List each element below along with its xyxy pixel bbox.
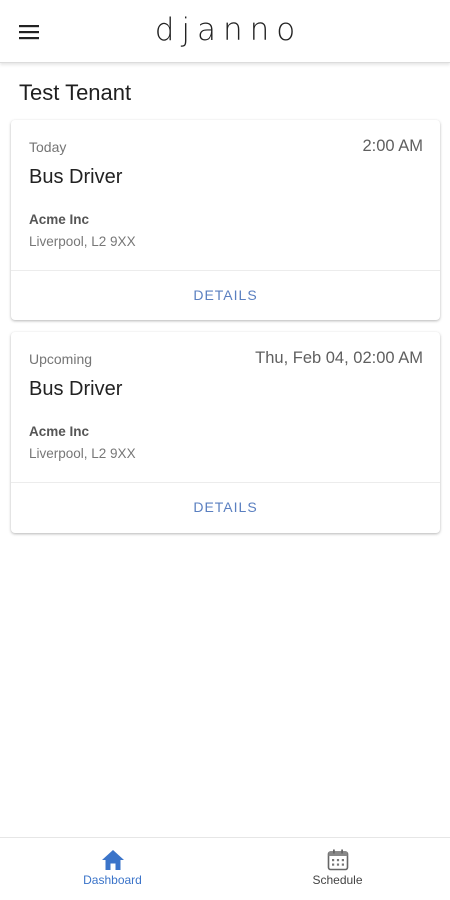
shift-card: Upcoming Thu, Feb 04, 02:00 AM Bus Drive… [11,332,440,533]
nav-label-schedule: Schedule [312,873,363,887]
shift-status: Today [29,139,67,155]
app-screen: djanno Test Tenant Today 2:00 AM Bus Dri… [0,0,450,900]
shift-address: Liverpool, L2 9XX [29,446,136,461]
shift-card: Today 2:00 AM Bus Driver Acme Inc Liverp… [11,120,440,320]
nav-item-dashboard[interactable]: Dashboard [0,838,225,900]
app-logo-text: djanno [154,12,303,48]
details-button[interactable]: DETAILS [11,483,440,531]
calendar-icon [327,849,348,871]
nav-item-schedule[interactable]: Schedule [225,838,450,900]
tenant-name: Test Tenant [19,80,132,105]
shift-title: Bus Driver [29,378,123,400]
shift-company: Acme Inc [29,424,90,439]
shift-status: Upcoming [29,351,93,367]
shift-time: 2:00 AM [362,137,423,155]
shift-time: Thu, Feb 04, 02:00 AM [255,349,423,367]
shift-title: Bus Driver [29,166,123,188]
top-app-bar: djanno [0,0,450,63]
shift-company: Acme Inc [29,212,90,227]
bottom-navigation: Dashboard Schedule [0,837,450,900]
nav-label-dashboard: Dashboard [83,873,142,887]
shift-address: Liverpool, L2 9XX [29,234,136,249]
details-button[interactable]: DETAILS [11,271,440,319]
home-icon [101,850,124,870]
